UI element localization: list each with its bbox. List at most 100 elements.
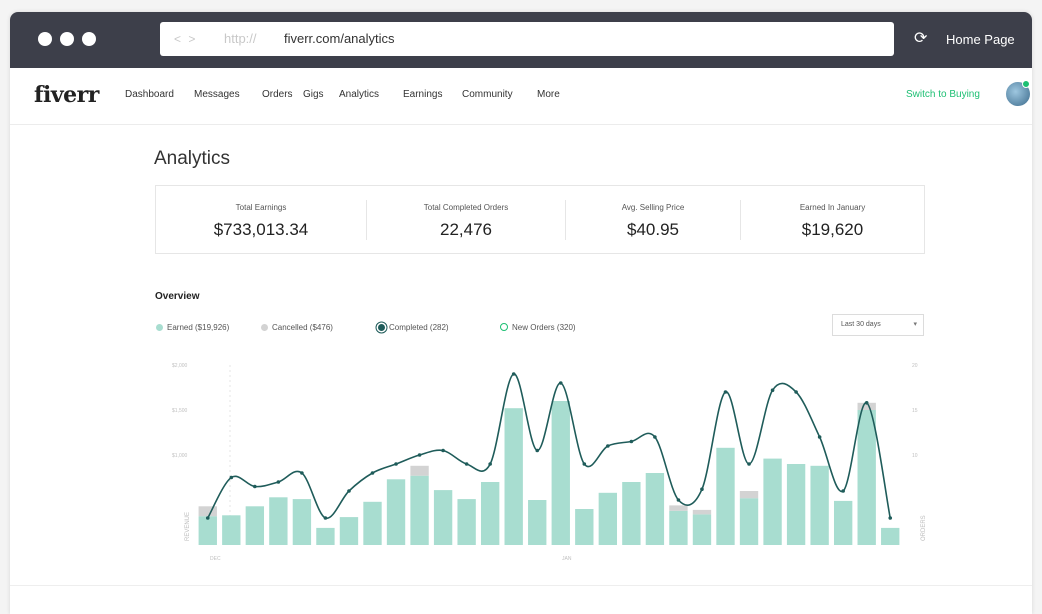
earned-bar [339,517,359,545]
earned-bar [739,498,759,545]
legend-label: Completed (282) [389,323,449,332]
earned-bar [504,408,523,545]
completed-point [535,448,540,453]
cancelled-bar [410,465,429,476]
top-navbar: fiverr Dashboard Messages Orders Gigs An… [10,68,1032,125]
completed-point [747,462,751,466]
completed-point [300,471,304,475]
completed-point [606,444,610,448]
stat-avg-selling-price: Avg. Selling Price $40.95 [566,186,740,253]
stat-value: $733,013.34 [213,220,309,239]
earned-bar [269,497,288,545]
completed-point [229,475,234,480]
earned-bar [433,490,453,545]
nav-item-orders[interactable]: Orders [262,89,293,100]
legend-earned[interactable]: Earned ($19,926) [156,323,229,332]
completed-point [582,462,587,466]
nav-item-gigs[interactable]: Gigs [303,89,324,100]
earned-bar [528,500,547,545]
completed-point [441,448,445,453]
stat-label: Earned In January [799,203,866,212]
window-dot-close[interactable] [38,32,52,46]
nav-item-community[interactable]: Community [462,89,513,100]
earned-bar [810,465,829,545]
earned-bar [480,482,500,545]
completed-point [653,435,657,439]
earned-bar [551,401,570,545]
date-range-value: Last 30 days [841,321,881,328]
earned-bar [363,501,382,545]
right-axis-label: ORDERS [921,515,927,541]
completed-point [558,381,563,385]
earned-bar [833,500,853,545]
stats-panel: Total Earnings $733,013.34 Total Complet… [155,185,925,254]
legend-completed[interactable]: Completed (282) [378,323,449,332]
window-dot-minimize[interactable] [60,32,74,46]
stat-label: Avg. Selling Price [621,203,685,212]
legend-circle-icon [500,323,508,331]
legend-new-orders[interactable]: New Orders (320) [500,323,576,332]
stat-earned-in-january: Earned In January $19,620 [741,186,924,253]
earned-bar [457,499,476,545]
legend-ring-icon [378,324,385,331]
legend-label: Cancelled ($476) [272,323,333,332]
right-tick-label: 10 [912,453,918,459]
nav-item-analytics[interactable]: Analytics [339,89,379,100]
home-page-link[interactable]: Home Page [946,32,1015,47]
completed-point [676,498,681,502]
cancelled-bar [198,506,217,517]
x-tick-label: DEC [210,556,221,562]
online-status-dot [1022,80,1030,88]
browser-titlebar: < > http:// fiverr.com/analytics ⟳ Home … [10,12,1032,68]
earned-bar [857,410,876,545]
address-bar[interactable]: < > http:// fiverr.com/analytics [160,22,894,56]
left-tick-label: $1,000 [172,453,188,459]
switch-to-buying-link[interactable]: Switch to Buying [906,89,980,100]
completed-point [323,516,328,520]
earned-bar [669,510,688,545]
fiverr-logo[interactable]: fiverr [34,82,99,108]
right-tick-label: 20 [912,363,918,369]
earned-bar [386,479,406,545]
legend-cancelled[interactable]: Cancelled ($476) [261,323,333,332]
legend-label: New Orders (320) [512,323,576,332]
footer-divider [10,585,1032,586]
page-title: Analytics [154,148,231,169]
browser-window: < > http:// fiverr.com/analytics ⟳ Home … [10,12,1032,614]
reload-icon[interactable]: ⟳ [914,31,927,47]
stat-value: $40.95 [627,220,679,239]
date-range-select[interactable]: Last 30 days ▾ [832,314,924,336]
completed-point [794,390,798,394]
url-text[interactable]: fiverr.com/analytics [284,31,395,46]
completed-point [888,516,893,520]
nav-item-dashboard[interactable]: Dashboard [125,89,174,100]
earned-bar [716,447,735,545]
nav-item-more[interactable]: More [537,89,560,100]
earned-bar [598,492,618,545]
stat-value: 22,476 [440,220,492,239]
nav-arrows-icon[interactable]: < > [174,32,197,46]
legend-dot-icon [156,324,163,331]
completed-point [488,462,492,466]
chevron-down-icon: ▾ [913,321,917,328]
earned-bar [198,516,217,545]
nav-item-messages[interactable]: Messages [194,89,240,100]
left-axis-label: REVENUE [185,512,191,541]
completed-point [864,401,869,405]
completed-point [417,453,422,457]
earned-bar [410,475,429,545]
right-tick-label: 15 [912,408,918,414]
completed-point [394,462,398,466]
window-dot-maximize[interactable] [82,32,96,46]
overview-chart: REVENUE ORDERS $2,000 $1,500 $1,000 20 15 10 DEC… [172,363,927,562]
stat-value: $19,620 [801,220,864,239]
cancelled-bar [692,509,712,515]
completed-point [700,487,704,491]
completed-point [464,462,469,466]
stat-total-earnings: Total Earnings $733,013.34 [156,186,366,253]
earned-bar [245,506,265,545]
legend-label: Earned ($19,926) [167,323,230,332]
url-protocol: http:// [224,31,257,46]
nav-item-earnings[interactable]: Earnings [403,89,442,100]
completed-point [770,388,775,392]
